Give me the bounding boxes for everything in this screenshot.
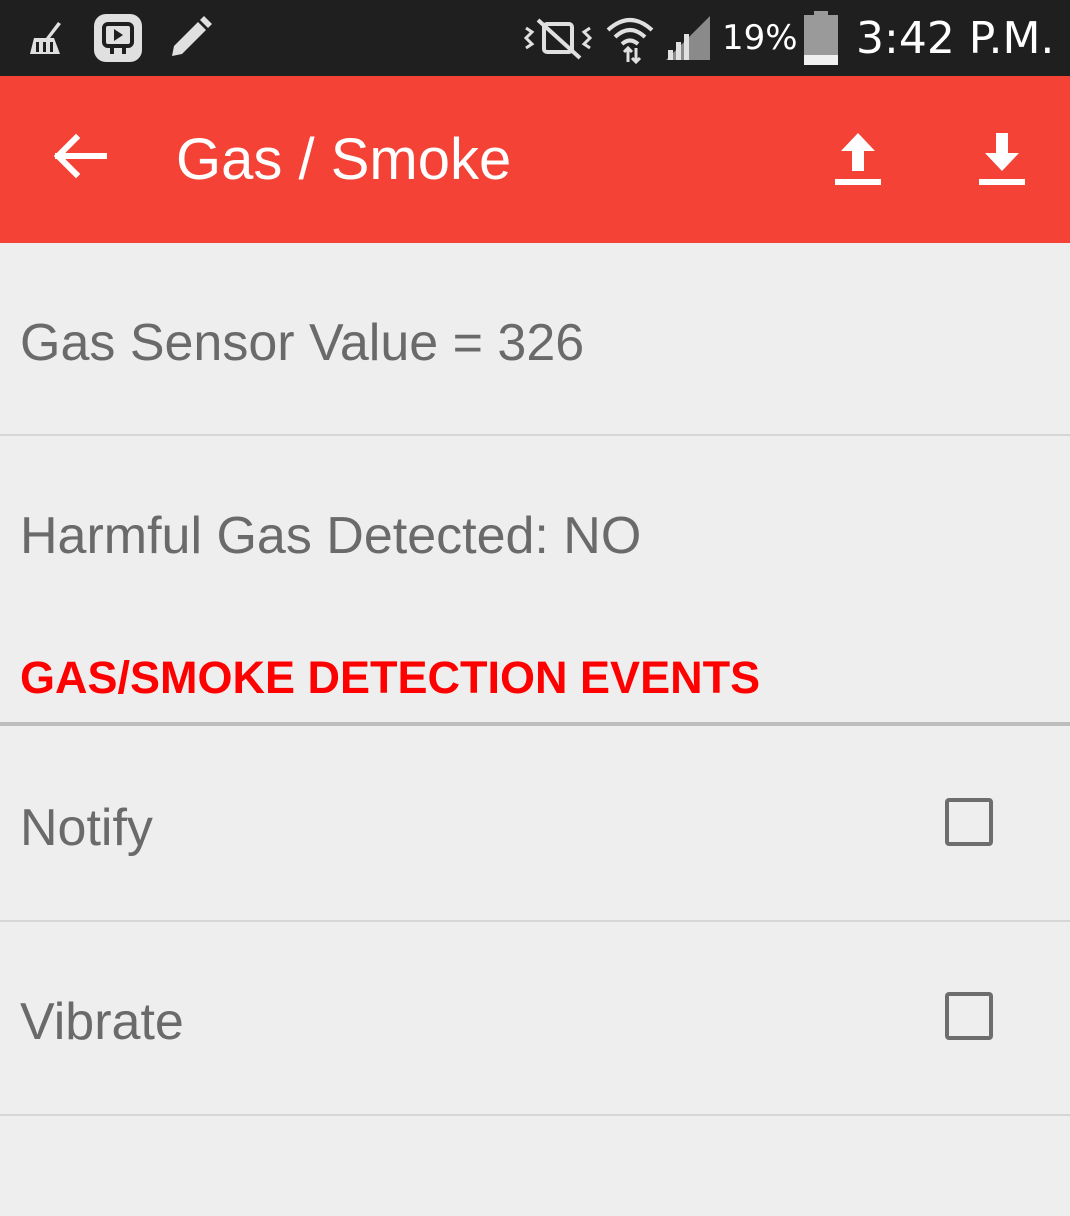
setting-row-notify[interactable]: Notify [0,726,1070,921]
pencil-icon [166,12,214,64]
gas-sensor-row: Gas Sensor Value = 326 [0,243,1070,436]
notify-checkbox[interactable] [945,798,993,846]
harmful-gas-status: Harmful Gas Detected: NO [20,507,642,565]
upload-button[interactable] [822,122,894,198]
back-button[interactable] [44,122,116,194]
vibrate-checkbox[interactable] [945,992,993,1040]
vibrate-label: Vibrate [20,993,184,1051]
battery-icon [802,11,840,65]
gas-sensor-value: Gas Sensor Value = 326 [20,314,585,372]
status-bar: 19% 3:42 P.M. [0,0,1070,76]
arrow-back-icon [52,132,108,185]
download-icon [977,129,1027,192]
cleaner-icon [24,12,68,64]
setting-row-vibrate[interactable]: Vibrate [0,922,1070,1114]
signal-icon [662,12,714,64]
vibrate-mute-icon [522,12,594,64]
page-title: Gas / Smoke [176,127,512,192]
upload-icon [833,129,883,192]
app-notification-icon [92,12,144,64]
wifi-icon [604,12,656,64]
download-button[interactable] [966,122,1038,198]
harmful-gas-row: Harmful Gas Detected: NO [0,436,1070,616]
section-header: GAS/SMOKE DETECTION EVENTS [20,652,761,703]
app-bar: Gas / Smoke [0,76,1070,243]
battery-percent: 19% [722,18,798,58]
clock: 3:42 P.M. [856,12,1055,64]
divider [0,1114,1070,1116]
notify-label: Notify [20,799,153,857]
